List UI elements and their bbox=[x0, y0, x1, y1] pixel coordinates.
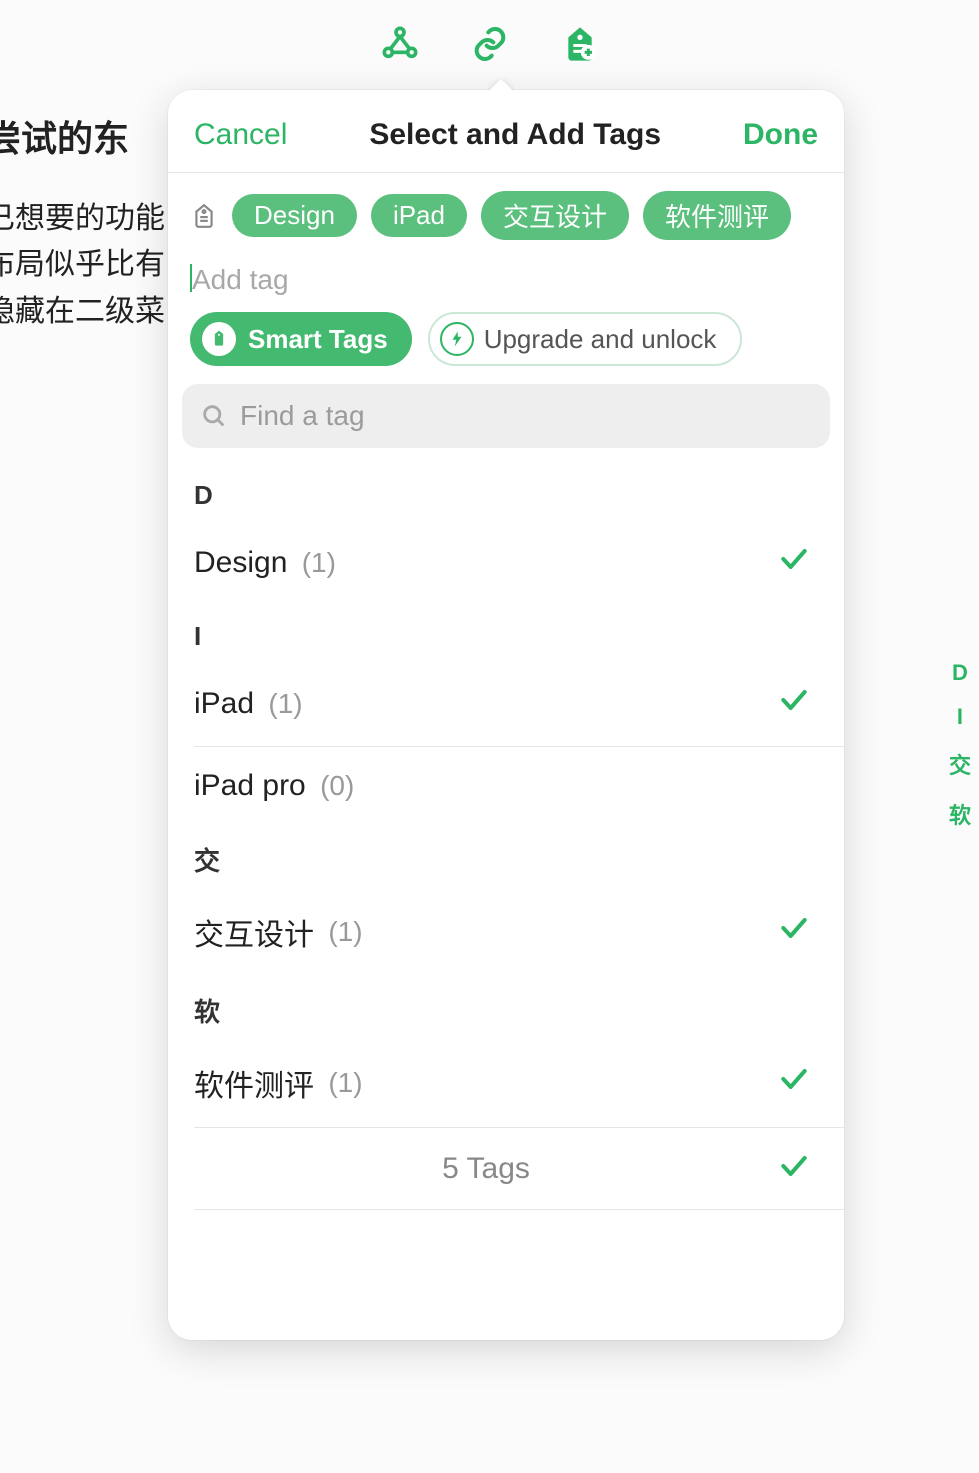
section-header: 交 bbox=[168, 825, 844, 888]
link-icon[interactable] bbox=[470, 24, 510, 64]
upgrade-button[interactable]: Upgrade and unlock bbox=[428, 312, 743, 366]
smart-tags-button[interactable]: Smart Tags bbox=[190, 312, 412, 366]
check-icon bbox=[778, 1150, 810, 1187]
tag-count: (0) bbox=[320, 770, 354, 802]
selected-tags-row: Design iPad 交互设计 软件测评 bbox=[168, 173, 844, 240]
smart-tags-label: Smart Tags bbox=[248, 324, 388, 355]
cancel-button[interactable]: Cancel bbox=[194, 118, 287, 152]
tag-chip[interactable]: 软件测评 bbox=[643, 191, 791, 240]
tag-count: (1) bbox=[268, 688, 302, 720]
search-field[interactable]: Find a tag bbox=[182, 384, 830, 448]
alpha-index-bar[interactable]: D I 交 软 bbox=[949, 660, 971, 830]
upgrade-label: Upgrade and unlock bbox=[484, 324, 717, 355]
feature-chips: Smart Tags Upgrade and unlock bbox=[168, 312, 844, 384]
check-icon bbox=[778, 1063, 810, 1103]
note-line: 布局似乎比有 bbox=[0, 242, 165, 289]
footer-label: 5 Tags bbox=[194, 1152, 778, 1186]
tags-popover: Cancel Select and Add Tags Done Design i… bbox=[168, 90, 844, 1340]
popover-title: Select and Add Tags bbox=[369, 118, 661, 152]
section-header: D bbox=[168, 464, 844, 521]
tag-name: Design bbox=[194, 546, 287, 580]
search-placeholder: Find a tag bbox=[240, 400, 365, 432]
index-letter[interactable]: I bbox=[957, 704, 963, 730]
done-button[interactable]: Done bbox=[743, 118, 818, 152]
check-icon bbox=[778, 684, 810, 724]
tag-chip[interactable]: iPad bbox=[371, 194, 467, 237]
note-title: 尝试的东 bbox=[0, 110, 165, 168]
tag-count: (1) bbox=[328, 916, 362, 948]
tag-row[interactable]: 交互设计 (1) bbox=[168, 888, 844, 976]
tag-list: D Design (1) I iPad (1) iPad pro (0) 交 交… bbox=[168, 454, 844, 1340]
section-header: I bbox=[168, 605, 844, 662]
add-tag-input[interactable]: Add tag bbox=[168, 240, 844, 312]
section-header: 软 bbox=[168, 976, 844, 1039]
tag-add-icon[interactable] bbox=[560, 24, 600, 64]
check-icon bbox=[778, 912, 810, 952]
popover-arrow bbox=[488, 77, 514, 91]
tag-chip[interactable]: 交互设计 bbox=[481, 191, 629, 240]
tag-count: (1) bbox=[302, 547, 336, 579]
bolt-icon bbox=[440, 322, 474, 356]
note-line: 隐藏在二级菜 bbox=[0, 289, 165, 336]
index-letter[interactable]: 软 bbox=[949, 798, 971, 830]
tag-chip[interactable]: Design bbox=[232, 194, 357, 237]
tag-name: iPad bbox=[194, 687, 254, 721]
tag-row[interactable]: iPad pro (0) bbox=[168, 747, 844, 825]
popover-header: Cancel Select and Add Tags Done bbox=[168, 90, 844, 173]
tag-row[interactable]: Design (1) bbox=[168, 521, 844, 605]
tag-name: 交互设计 bbox=[194, 910, 314, 954]
check-icon bbox=[778, 543, 810, 583]
smart-tags-icon bbox=[202, 322, 236, 356]
note-line: 已想要的功能 bbox=[0, 196, 165, 243]
tag-name: 软件测评 bbox=[194, 1061, 314, 1105]
tag-row[interactable]: iPad (1) bbox=[194, 662, 844, 747]
tag-count: (1) bbox=[328, 1067, 362, 1099]
tag-outline-icon bbox=[190, 202, 218, 230]
tag-row[interactable]: 软件测评 (1) bbox=[168, 1039, 844, 1127]
editor-toolbar bbox=[0, 24, 979, 64]
tag-count-footer[interactable]: 5 Tags bbox=[194, 1127, 844, 1210]
search-icon bbox=[200, 402, 228, 430]
index-letter[interactable]: D bbox=[952, 660, 968, 686]
graph-icon[interactable] bbox=[380, 24, 420, 64]
tag-name: iPad pro bbox=[194, 769, 306, 803]
index-letter[interactable]: 交 bbox=[949, 748, 971, 780]
background-note-text: 尝试的东 已想要的功能 布局似乎比有 隐藏在二级菜 bbox=[0, 110, 165, 335]
